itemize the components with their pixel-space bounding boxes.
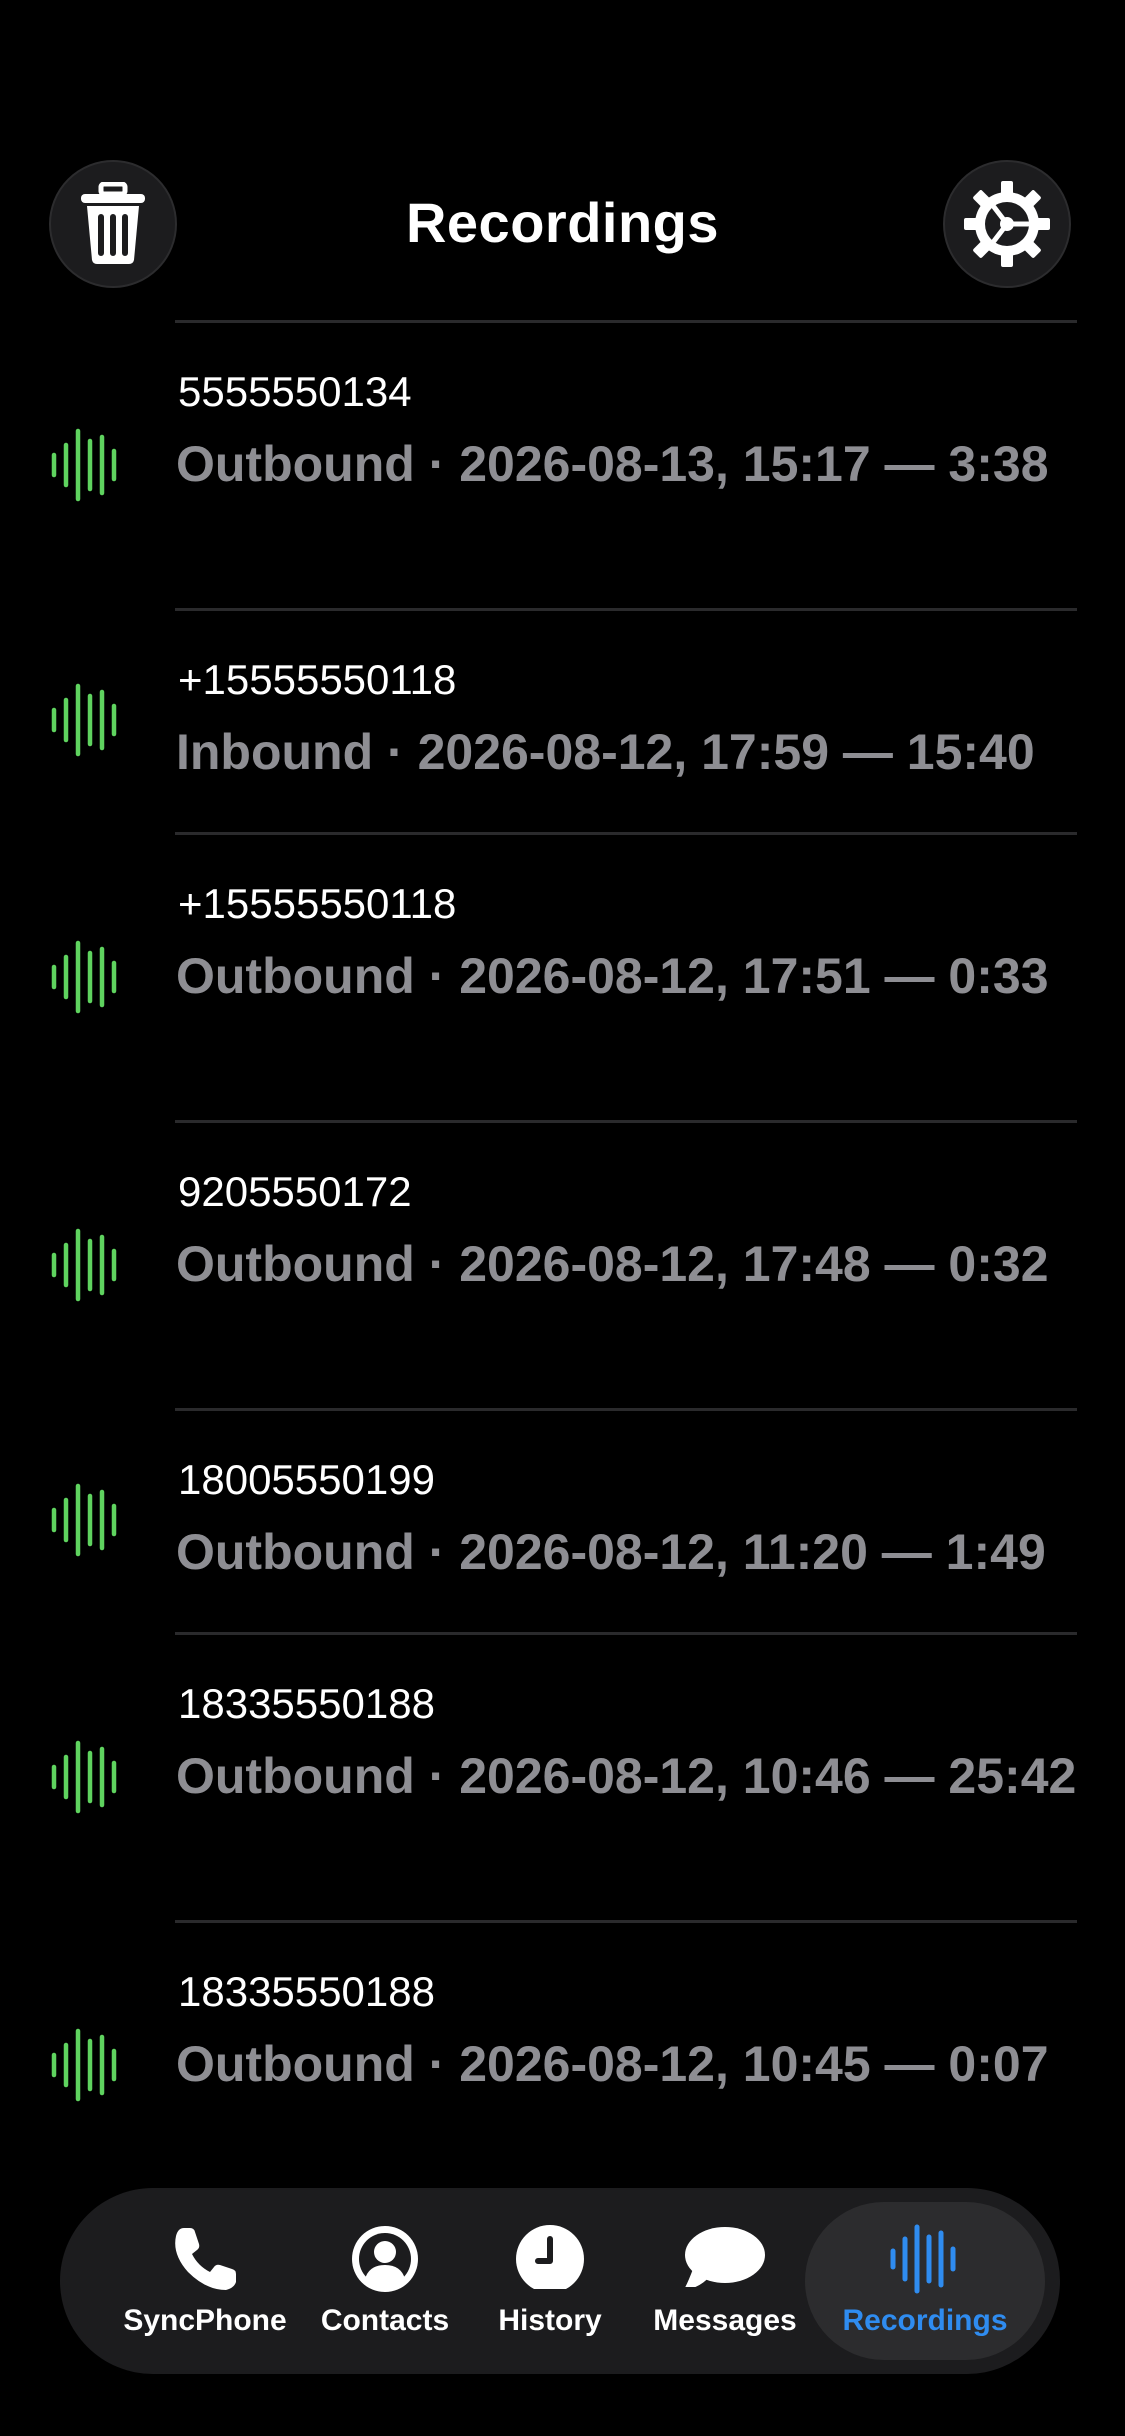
phone-icon: [170, 2222, 240, 2296]
recording-meta: Outbound · 2026-08-12, 10:45 — 0:07: [176, 2036, 1049, 2092]
waveform-icon: [50, 680, 124, 760]
recording-number: +15555550118: [178, 656, 457, 703]
recording-number: 18005550199: [178, 1456, 435, 1503]
tab-messages[interactable]: Messages: [645, 2188, 805, 2374]
waveform-icon: [50, 937, 124, 1017]
recording-number: +15555550118: [178, 880, 457, 927]
header: Recordings: [0, 0, 1125, 320]
recording-row[interactable]: 18005550199 Outbound · 2026-08-12, 11:20 …: [0, 1408, 1125, 1632]
message-icon: [683, 2222, 767, 2296]
waveform-icon: [50, 1225, 124, 1305]
tab-syncphone[interactable]: SyncPhone: [120, 2188, 290, 2374]
waveform-icon: [50, 2025, 124, 2105]
recording-row[interactable]: 18335550188 Outbound · 2026-08-12, 10:46 …: [0, 1632, 1125, 1920]
recording-meta: Inbound · 2026-08-12, 17:59 — 15:40: [176, 724, 1035, 780]
waveform-icon: [50, 425, 124, 505]
waveform-icon: [50, 1480, 124, 1560]
contacts-icon: [349, 2222, 421, 2296]
tab-history[interactable]: History: [485, 2188, 615, 2374]
recording-number: 18335550188: [178, 1680, 435, 1727]
recording-meta: Outbound · 2026-08-12, 11:20 — 1:49: [176, 1524, 1046, 1580]
recording-row[interactable]: +15555550118 Outbound · 2026-08-12, 17:51…: [0, 832, 1125, 1120]
waveform-icon: [50, 1737, 124, 1817]
recording-row[interactable]: 9205550172 Outbound · 2026-08-12, 17:48 —…: [0, 1120, 1125, 1408]
recording-meta: Outbound · 2026-08-13, 15:17 — 3:38: [176, 436, 1049, 492]
tab-recordings[interactable]: Recordings: [805, 2202, 1045, 2360]
recording-number: 5555550134: [178, 368, 412, 415]
recording-row[interactable]: 5555550134 Outbound · 2026-08-13, 15:17 —…: [0, 320, 1125, 608]
tab-label: Contacts: [320, 2304, 450, 2337]
tab-label: Recordings: [842, 2304, 1008, 2337]
tab-label: SyncPhone: [123, 2304, 287, 2337]
recording-meta: Outbound · 2026-08-12, 17:48 — 0:32: [176, 1236, 1049, 1292]
gear-icon: [964, 181, 1050, 267]
recording-number: 18335550188: [178, 1968, 435, 2015]
recording-row[interactable]: 18335550188 Outbound · 2026-08-12, 10:45 …: [0, 1920, 1125, 2208]
clock-icon: [514, 2222, 586, 2296]
recording-meta: Outbound · 2026-08-12, 10:46 — 25:42: [176, 1748, 1077, 1804]
tab-bar: SyncPhone Contacts History Messages Reco…: [60, 2188, 1060, 2374]
recording-number: 9205550172: [178, 1168, 412, 1215]
tab-label: History: [498, 2304, 602, 2337]
tab-label: Messages: [653, 2304, 797, 2337]
recording-meta: Outbound · 2026-08-12, 17:51 — 0:33: [176, 948, 1049, 1004]
waveform-icon: [888, 2222, 962, 2296]
tab-contacts[interactable]: Contacts: [315, 2188, 455, 2374]
settings-button[interactable]: [943, 160, 1071, 288]
recording-row[interactable]: +15555550118 Inbound · 2026-08-12, 17:59 …: [0, 608, 1125, 832]
